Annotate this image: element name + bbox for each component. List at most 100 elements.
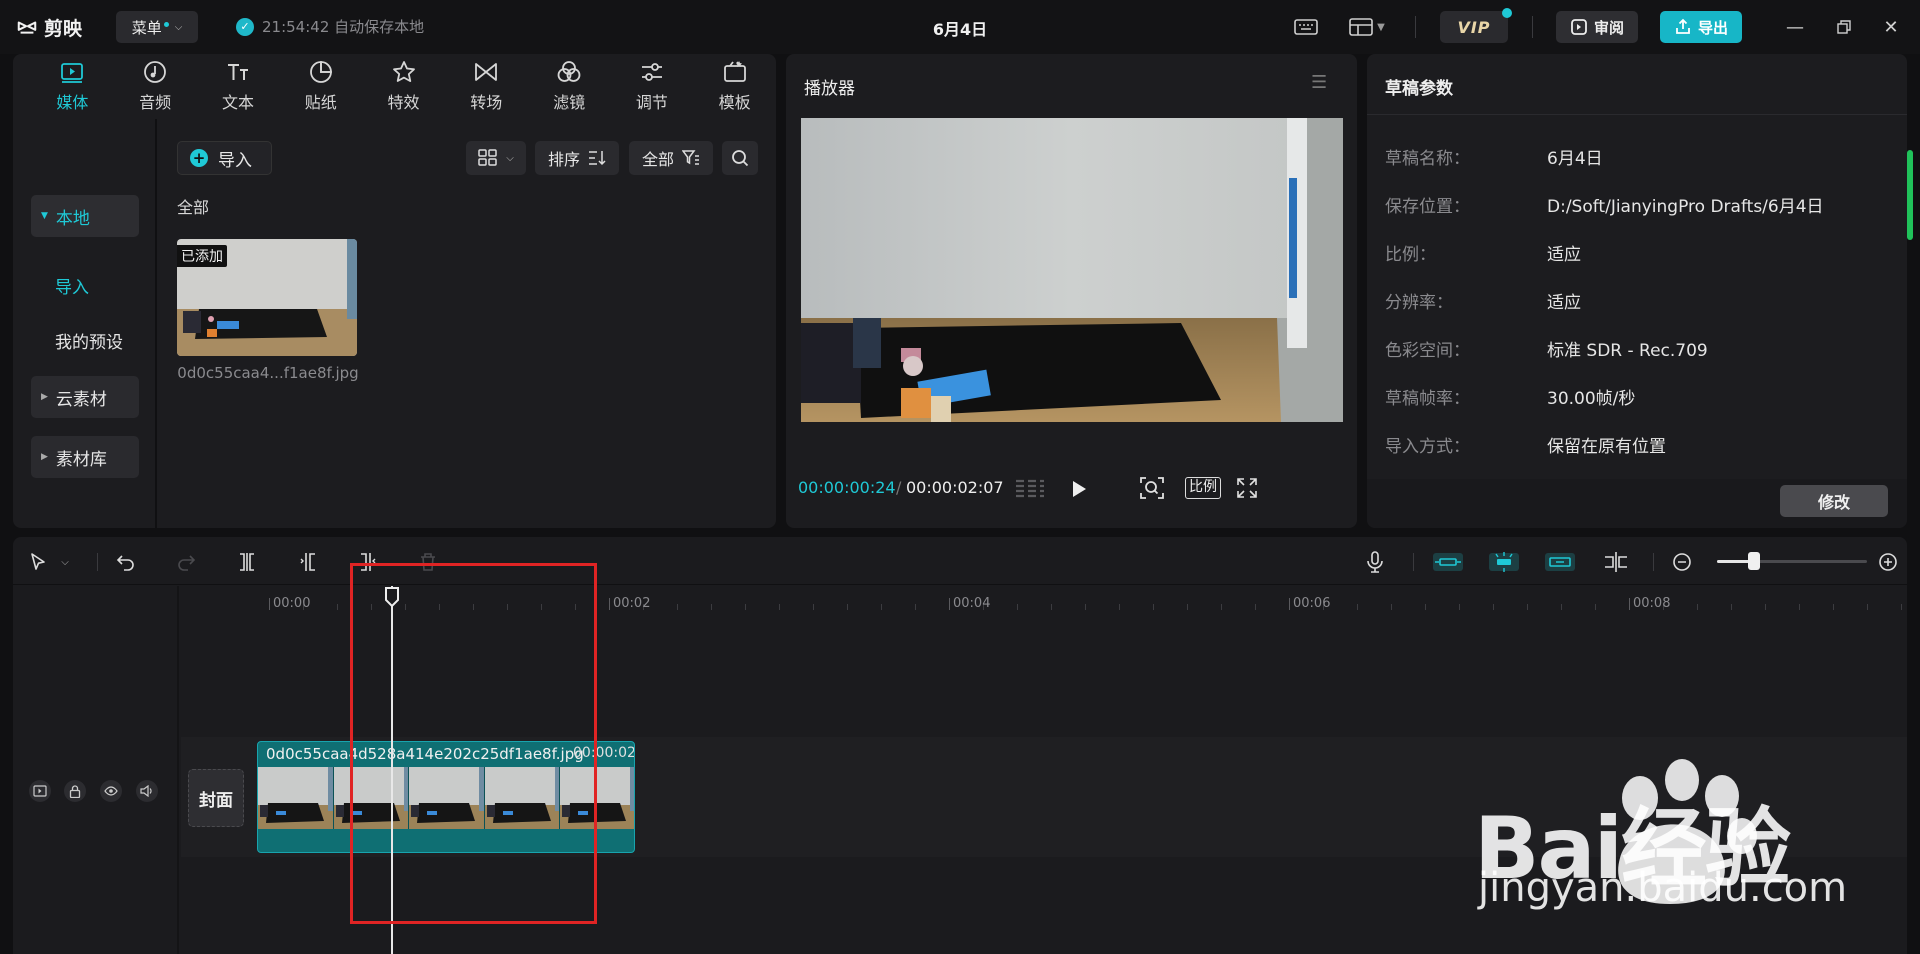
chevron-down-icon[interactable]: ⌵ [57, 549, 73, 575]
added-badge: 已添加 [177, 245, 227, 267]
zoom-fit-icon[interactable] [1139, 476, 1165, 504]
export-label: 导出 [1697, 18, 1728, 37]
clip-duration: 00:00:02: [573, 745, 635, 761]
frame-grid-icon[interactable] [1014, 478, 1046, 504]
scrollbar-thumb[interactable] [1907, 150, 1913, 240]
ruler-minor-tick [575, 604, 576, 610]
ruler-minor-tick [881, 604, 882, 610]
ruler-minor-tick [541, 604, 542, 610]
media-item-name: 0d0c55caa4...f1ae8f.jpg [177, 364, 359, 382]
draft-title: 草稿参数 [1385, 79, 1453, 99]
ruler-label: 00:06 [1293, 596, 1331, 611]
sort-button[interactable]: 排序 [535, 141, 619, 175]
ruler-minor-tick [677, 604, 678, 610]
ruler-minor-tick [1221, 604, 1222, 610]
zoom-out-icon[interactable] [1669, 549, 1695, 575]
ruler-minor-tick [1085, 604, 1086, 610]
zoom-slider-handle[interactable] [1748, 552, 1760, 570]
modify-button[interactable]: 修改 [1780, 485, 1888, 517]
playhead-handle-icon[interactable] [384, 586, 400, 608]
ruler-minor-tick [1255, 604, 1256, 610]
view-mode-button[interactable]: ⌵ [466, 141, 526, 175]
undo-icon[interactable] [113, 549, 139, 575]
tab-label: 调节 [635, 93, 668, 112]
search-button[interactable] [722, 141, 758, 175]
param-key: 草稿名称： [1385, 149, 1470, 169]
aspect-ratio-button[interactable]: 比例 [1185, 477, 1221, 499]
linkage-icon[interactable] [1543, 549, 1577, 575]
playhead[interactable] [391, 586, 393, 954]
tab-label: 媒体 [56, 93, 89, 112]
main-track-magnet-icon[interactable] [1431, 549, 1465, 575]
menu-button[interactable]: 菜单 ⌵ [116, 11, 198, 43]
tab-sticker[interactable]: 贴纸 [279, 54, 362, 118]
time-ruler[interactable]: 00:00 00:02 00:04 00:06 00:08 [181, 586, 1907, 616]
preview-axis-icon[interactable] [1599, 549, 1633, 575]
tab-template[interactable]: 模板 [693, 54, 776, 118]
tab-text[interactable]: 文本 [197, 54, 280, 118]
preview-frame-image [801, 118, 1343, 422]
review-button[interactable]: 审阅 [1556, 11, 1638, 43]
minimize-icon[interactable]: — [1782, 14, 1808, 40]
ruler-minor-tick [1799, 604, 1800, 610]
lock-icon[interactable] [64, 780, 86, 802]
delete-left-icon[interactable] [295, 549, 321, 575]
vip-button[interactable]: VIP [1440, 8, 1512, 43]
keyboard-shortcut-icon[interactable] [1291, 12, 1321, 42]
transition-icon [475, 63, 498, 81]
auto-snap-icon[interactable] [1487, 549, 1521, 575]
vip-label: VIP [1457, 17, 1491, 37]
zoom-in-icon[interactable] [1875, 549, 1901, 575]
tab-audio[interactable]: 音频 [114, 54, 197, 118]
menu-notification-dot [163, 21, 169, 27]
hamburger-menu-icon[interactable]: ☰ [1311, 72, 1327, 93]
media-item-thumbnail[interactable]: 已添加 [177, 239, 357, 356]
fullscreen-icon[interactable] [1235, 476, 1259, 504]
ruler-minor-tick [745, 604, 746, 610]
speaker-icon[interactable] [136, 780, 158, 802]
nav-material-library[interactable]: ▶ 素材库 [31, 436, 139, 478]
eye-icon[interactable] [100, 780, 122, 802]
restore-icon[interactable] [1831, 14, 1857, 40]
track-video-icon[interactable] [29, 780, 51, 802]
param-value: 适应 [1547, 245, 1581, 265]
filter-button[interactable]: 全部 [629, 141, 713, 175]
nav-import[interactable]: 导入 [55, 273, 89, 298]
nav-cloud-material[interactable]: ▶ 云素材 [31, 376, 139, 418]
tab-label: 滤镜 [553, 93, 586, 112]
ruler-minor-tick [473, 604, 474, 610]
play-button[interactable] [1069, 478, 1089, 504]
tab-media[interactable]: 媒体 [31, 54, 114, 118]
ruler-minor-tick [1595, 604, 1596, 610]
tab-label: 转场 [470, 93, 503, 112]
import-button[interactable]: + 导入 [177, 141, 272, 175]
tab-adjust[interactable]: 调节 [610, 54, 693, 118]
split-icon[interactable] [234, 549, 260, 575]
video-preview[interactable] [801, 118, 1343, 422]
sort-icon [589, 151, 606, 166]
export-button[interactable]: 导出 [1660, 11, 1742, 43]
separator [1532, 16, 1533, 38]
layout-switch-icon[interactable]: ▼ [1342, 12, 1392, 42]
delete-right-icon[interactable] [355, 549, 381, 575]
nav-local[interactable]: ▼ 本地 [31, 195, 139, 237]
clip-thumbnails [258, 767, 634, 829]
check-icon: ✓ [236, 17, 254, 36]
template-icon [723, 61, 746, 82]
tab-effects[interactable]: 特效 [362, 54, 445, 118]
close-icon[interactable]: ✕ [1878, 14, 1904, 40]
tab-transition[interactable]: 转场 [445, 54, 528, 118]
delete-icon[interactable] [415, 549, 441, 575]
nav-my-presets[interactable]: 我的预设 [55, 328, 123, 353]
video-clip[interactable]: 0d0c55caa4d528a414e202c25df1ae8f.jpg 00:… [257, 741, 635, 853]
select-cursor-icon[interactable] [25, 549, 51, 575]
microphone-icon[interactable] [1362, 549, 1388, 575]
cover-button[interactable]: 封面 [188, 769, 244, 827]
total-time: 00:00:02:07 [906, 478, 1004, 497]
tab-filter[interactable]: 滤镜 [528, 54, 611, 118]
clip-frame-thumbnail [484, 767, 561, 829]
ruler-minor-tick [1901, 604, 1902, 610]
app-logo: 剪映 [16, 14, 82, 41]
ruler-minor-tick [1867, 604, 1868, 610]
redo-icon[interactable] [173, 549, 199, 575]
